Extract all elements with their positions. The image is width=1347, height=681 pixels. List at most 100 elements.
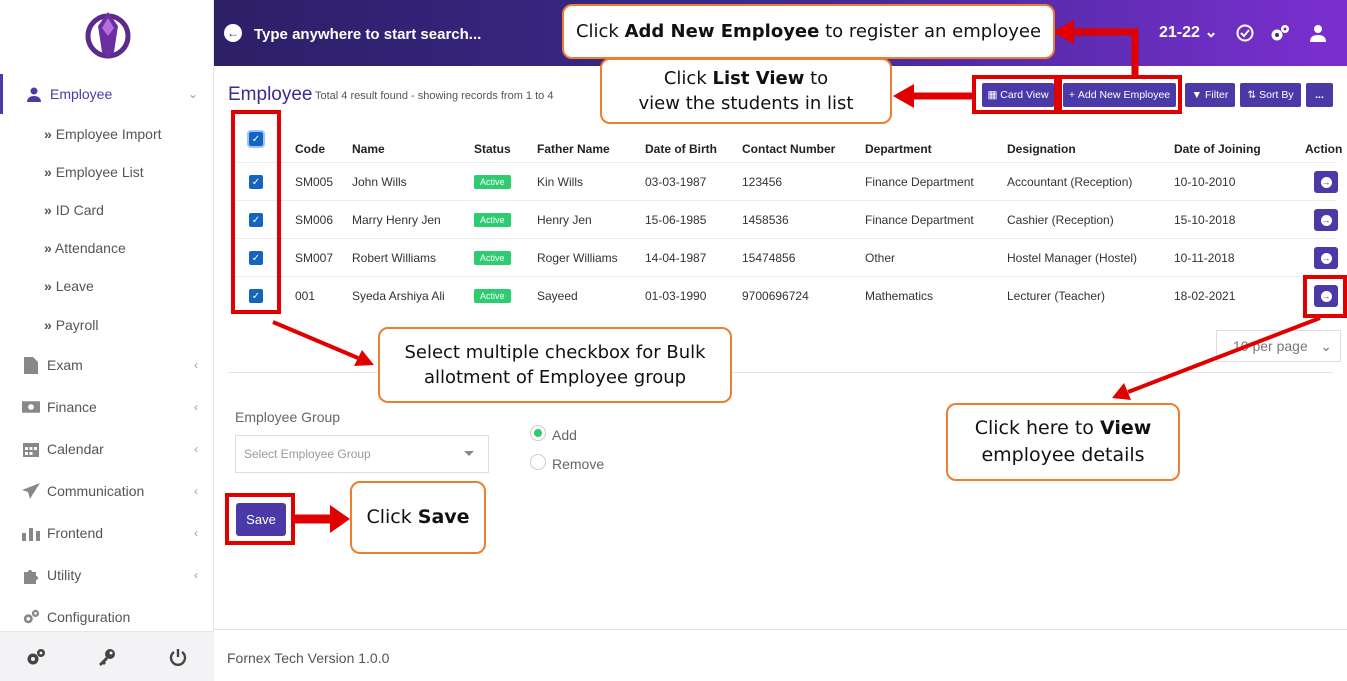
- employee-group-select[interactable]: Select Employee Group: [235, 435, 489, 473]
- app-logo: [82, 6, 134, 62]
- cell-designation: Hostel Manager (Hostel): [1007, 251, 1138, 265]
- column-header: Date of Joining: [1174, 142, 1261, 156]
- bar-chart-icon: [22, 524, 40, 542]
- sidebar-item-utility[interactable]: Utility ‹: [0, 555, 214, 595]
- cell-dob: 15-06-1985: [645, 213, 707, 227]
- table-row: ✓ SM006 Marry Henry Jen Active Henry Jen…: [236, 200, 1338, 238]
- cell-dob: 14-04-1987: [645, 251, 707, 265]
- table-row: ✓ SM007 Robert Williams Active Roger Wil…: [236, 238, 1338, 276]
- view-details-button[interactable]: →: [1314, 209, 1338, 231]
- cell-department: Finance Department: [865, 213, 974, 227]
- sidebar-sub-label: Leave: [55, 278, 94, 294]
- sidebar-item-communication[interactable]: Communication ‹: [0, 471, 214, 511]
- callout-add-new: Click Add New Employee to register an em…: [562, 4, 1055, 59]
- sidebar-sub-label: Employee Import: [55, 126, 162, 142]
- session-selector[interactable]: 21-22 ⌄: [1159, 22, 1218, 42]
- arrow-bulk: [272, 320, 359, 360]
- cell-designation: Accountant (Reception): [1007, 175, 1133, 189]
- sidebar-item-label: Communication: [47, 483, 145, 499]
- sidebar-item-label: Exam: [47, 357, 83, 373]
- sidebar-item-finance[interactable]: Finance ‹: [0, 387, 214, 427]
- key-icon[interactable]: [95, 645, 119, 669]
- column-header: Department: [865, 142, 932, 156]
- sidebar-sub-label: Attendance: [54, 240, 126, 256]
- page-title: Employee: [228, 84, 313, 105]
- back-arrow-icon[interactable]: ←: [224, 24, 242, 42]
- column-header: Name: [352, 142, 385, 156]
- add-radio[interactable]: [530, 425, 546, 441]
- sidebar-item-label: Calendar: [47, 441, 104, 457]
- sidebar-item-calendar[interactable]: Calendar ‹: [0, 429, 214, 469]
- status-badge: Active: [474, 175, 511, 189]
- sidebar-item-label: Finance: [47, 399, 97, 415]
- arrow-list-view-head: [893, 84, 914, 108]
- cell-designation: Lecturer (Teacher): [1007, 289, 1106, 303]
- sort-by-button[interactable]: ⇅ Sort By: [1240, 83, 1301, 107]
- cell-code: 001: [295, 289, 316, 303]
- user-profile-icon[interactable]: [1307, 22, 1329, 44]
- sidebar-item-label: Utility: [47, 567, 82, 583]
- filter-button[interactable]: ▼ Filter: [1185, 83, 1235, 107]
- cell-code: SM007: [295, 251, 334, 265]
- column-header: Designation: [1007, 142, 1076, 156]
- column-header: Date of Birth: [645, 142, 717, 156]
- callout-view-details: Click here to View employee details: [946, 403, 1180, 481]
- sidebar-item-frontend[interactable]: Frontend ‹: [0, 513, 214, 553]
- arrow-view-head: [1112, 383, 1131, 400]
- calendar-icon: [22, 440, 40, 458]
- power-icon[interactable]: [166, 645, 190, 669]
- check-circle-icon[interactable]: [1234, 22, 1256, 44]
- highlight-checkboxes: [231, 110, 281, 314]
- view-details-button[interactable]: →: [1314, 247, 1338, 269]
- per-page-select[interactable]: 10 per page ⌄: [1216, 330, 1341, 362]
- cell-department: Finance Department: [865, 175, 974, 189]
- sidebar-footer: [0, 631, 214, 681]
- sidebar-sub-attendance[interactable]: » Attendance: [0, 231, 214, 265]
- sidebar-sub-id-card[interactable]: » ID Card: [0, 193, 214, 227]
- cell-name: Robert Williams: [352, 251, 437, 265]
- sidebar-item-exam[interactable]: Exam ‹: [0, 345, 214, 385]
- sidebar-sub-employee-list[interactable]: » Employee List: [0, 155, 214, 189]
- result-summary: Total 4 result found - showing records f…: [315, 90, 554, 102]
- sidebar-item-employee[interactable]: Employee ⌄: [0, 74, 214, 114]
- cell-name: Marry Henry Jen: [352, 213, 441, 227]
- sidebar-sub-payroll[interactable]: » Payroll: [0, 308, 214, 342]
- view-details-button[interactable]: →: [1314, 171, 1338, 193]
- column-header: Father Name: [537, 142, 610, 156]
- settings-icon[interactable]: [24, 645, 48, 669]
- sidebar-sub-leave[interactable]: » Leave: [0, 269, 214, 303]
- column-header: Status: [474, 142, 511, 156]
- sidebar-sub-label: Employee List: [55, 164, 144, 180]
- app-root: Employee ⌄ » Employee Import » Employee …: [0, 0, 1347, 681]
- cell-father: Roger Williams: [537, 251, 618, 265]
- cell-contact: 1458536: [742, 213, 789, 227]
- cell-name: Syeda Arshiya Ali: [352, 289, 445, 303]
- cell-name: John Wills: [352, 175, 407, 189]
- cell-department: Other: [865, 251, 896, 265]
- cell-designation: Cashier (Reception): [1007, 213, 1114, 227]
- chevron-left-icon: ‹: [194, 526, 198, 540]
- cell-code: SM006: [295, 213, 334, 227]
- remove-radio[interactable]: [530, 454, 546, 470]
- chevron-down-icon: ⌄: [1320, 337, 1332, 354]
- gears-icon[interactable]: [1269, 22, 1291, 44]
- column-header: Contact Number: [742, 142, 836, 156]
- table-row: ✓ 001 Syeda Arshiya Ali Active Sayeed 01…: [236, 276, 1338, 314]
- chevron-down-icon: ⌄: [187, 87, 198, 101]
- arrow-right-icon: →: [1320, 214, 1332, 226]
- money-icon: [22, 398, 40, 416]
- employee-group-label: Employee Group: [235, 409, 341, 425]
- chevron-left-icon: ‹: [194, 484, 198, 498]
- search-input[interactable]: [254, 20, 584, 48]
- add-radio-label: Add: [552, 427, 577, 443]
- puzzle-icon: [22, 566, 40, 584]
- highlight-view-button: [1303, 275, 1347, 318]
- sidebar-sub-employee-import[interactable]: » Employee Import: [0, 117, 214, 151]
- more-options-button[interactable]: ...: [1306, 83, 1333, 107]
- cell-contact: 15474856: [742, 251, 796, 265]
- highlight-add-new: [1058, 75, 1182, 114]
- sidebar-sub-label: Payroll: [55, 317, 99, 333]
- arrow-bulk-head: [354, 350, 374, 366]
- cell-doj: 18-02-2021: [1174, 289, 1236, 303]
- cell-doj: 10-11-2018: [1174, 251, 1235, 265]
